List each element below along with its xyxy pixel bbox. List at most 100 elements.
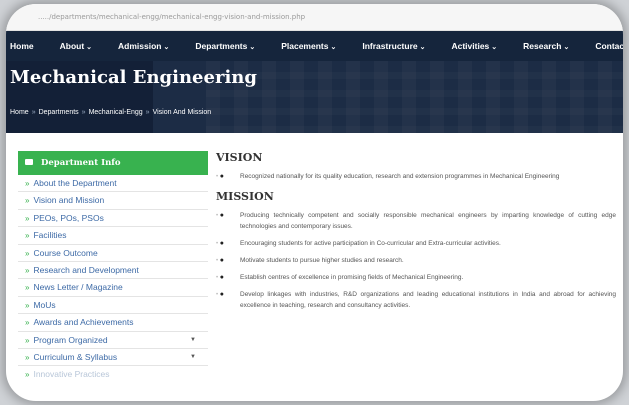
nav-item-label: Infrastructure (362, 41, 418, 51)
double-chevron-right-icon: » (25, 318, 30, 328)
sidebar-item[interactable]: » Research and Development (18, 262, 208, 280)
double-chevron-right-icon: » (25, 231, 30, 241)
vision-list: • ● Recognized nationally for its quality… (216, 171, 616, 182)
nav-item-label: About (59, 41, 85, 51)
sidebar-item-label: Awards and Achievements (33, 317, 134, 328)
sidebar-item[interactable]: » Facilities (18, 227, 208, 245)
list-item: • ● Encouraging students for active parti… (216, 238, 616, 249)
sidebar-header: Department Info (18, 151, 208, 175)
list-item-text: Encouraging students for active particip… (240, 240, 501, 247)
double-chevron-right-icon: » (25, 213, 30, 223)
mission-list: • ● Producing technically competent and s… (216, 210, 616, 311)
sidebar-item[interactable]: » Innovative Practices (18, 366, 208, 382)
chevron-down-icon: ⌄ (419, 44, 426, 51)
sidebar-item[interactable]: » Vision and Mission (18, 192, 208, 210)
nav-item-infrastructure[interactable]: Infrastructure ⌄ (362, 41, 425, 51)
nav-item-label: Home (10, 41, 34, 51)
breadcrumb: Home» Departments» Mechanical-Engg» Vision … (10, 109, 211, 116)
list-item-text: Producing technically competent and soci… (240, 212, 616, 230)
sidebar-item[interactable]: » Awards and Achievements (18, 314, 208, 332)
caret-down-icon: ▼ (190, 353, 196, 360)
sidebar-item-label: News Letter / Magazine (33, 282, 123, 293)
double-chevron-right-icon: » (25, 248, 30, 258)
page-title: Mechanical Engineering (10, 67, 257, 88)
double-chevron-right-icon: » (25, 352, 30, 362)
breadcrumb-link[interactable]: Departments (39, 109, 79, 116)
breadcrumb-separator-icon: » (145, 109, 150, 116)
sidebar-item-label: Program Organized (33, 334, 108, 345)
double-chevron-right-icon: » (25, 370, 30, 380)
main-content: VISION • ● Recognized nationally for its … (216, 151, 616, 317)
sidebar-item-label: MoUs (33, 299, 56, 310)
double-chevron-right-icon: » (25, 179, 30, 188)
sidebar-item[interactable]: » Course Outcome (18, 245, 208, 262)
nav-item-label: Activities (451, 41, 490, 51)
bullet-icon: • ● (216, 274, 225, 281)
nav-item-activities[interactable]: Activities ⌄ (451, 41, 497, 51)
sidebar-item[interactable]: » PEOs, POs, PSOs (18, 210, 208, 228)
nav-item-label: Placements (281, 41, 329, 51)
list-item-text: Motivate students to pursue higher studi… (240, 257, 404, 264)
mission-heading: MISSION (216, 190, 274, 203)
sidebar-item-label: Innovative Practices (33, 369, 110, 380)
sidebar-header-label: Department Info (41, 158, 121, 168)
sidebar-item-label: Facilities (33, 230, 67, 241)
double-chevron-right-icon: » (25, 196, 30, 206)
chevron-down-icon: ⌄ (86, 44, 93, 51)
sidebar-list: » About the Department» Vision and Mission… (18, 175, 208, 383)
browser-window: ...../departments/mechanical-engg/mechan… (6, 4, 623, 401)
double-chevron-right-icon: » (25, 300, 30, 310)
sidebar-item-label: Course Outcome (33, 247, 98, 258)
department-sidebar: Department Info » About the Department» Vi… (18, 151, 208, 383)
nav-item-departments[interactable]: Departments ⌄ (195, 41, 255, 51)
nav-item-contact-us[interactable]: Contact Us (595, 41, 623, 51)
nav-item-research[interactable]: Research ⌄ (523, 41, 569, 51)
list-item: • ● Recognized nationally for its quality… (216, 171, 616, 182)
double-chevron-right-icon: » (25, 335, 30, 345)
sidebar-item[interactable]: » Curriculum & Syllabus ▼ (18, 349, 208, 367)
breadcrumb-link[interactable]: Home (10, 109, 29, 116)
sidebar-item-label: About the Department (33, 178, 117, 188)
double-chevron-right-icon: » (25, 283, 30, 293)
list-item: • ● Establish centres of excellence in pr… (216, 272, 616, 283)
nav-item-about[interactable]: About ⌄ (60, 41, 92, 51)
double-chevron-right-icon: » (25, 265, 30, 275)
list-item-text: Develop linkages with industries, R&D or… (240, 291, 616, 309)
sidebar-item-label: PEOs, POs, PSOs (33, 212, 104, 223)
breadcrumb-current: Vision And Mission (152, 109, 212, 116)
caret-down-icon: ▼ (190, 336, 196, 343)
chevron-down-icon: ⌄ (249, 44, 256, 51)
sidebar-item-label: Research and Development (33, 264, 139, 275)
page-banner: Mechanical Engineering Home» Departments»… (6, 61, 623, 133)
bullet-icon: • ● (216, 291, 225, 298)
sidebar-item-label: Curriculum & Syllabus (33, 351, 118, 362)
main-nav: Home About ⌄ Admission ⌄ Departments ⌄ Placemen… (6, 31, 623, 61)
bullet-icon: • ● (216, 173, 225, 180)
chevron-down-icon: ⌄ (491, 44, 498, 51)
chevron-down-icon: ⌄ (330, 44, 337, 51)
breadcrumb-separator-icon: » (31, 109, 36, 116)
breadcrumb-link[interactable]: Mechanical-Engg (89, 109, 143, 116)
sidebar-item-label: Vision and Mission (33, 195, 105, 206)
chevron-down-icon: ⌄ (563, 44, 570, 51)
nav-item-label: Departments (195, 41, 248, 51)
list-item: • ● Motivate students to pursue higher st… (216, 255, 616, 266)
sidebar-item[interactable]: » About the Department (18, 175, 208, 193)
nav-item-label: Admission (118, 41, 162, 51)
nav-item-home[interactable]: Home (10, 41, 34, 51)
breadcrumb-separator-icon: » (81, 109, 86, 116)
sidebar-item[interactable]: » MoUs (18, 297, 208, 315)
sidebar-item[interactable]: » News Letter / Magazine (18, 279, 208, 297)
bullet-icon: • ● (216, 240, 225, 247)
sidebar-item[interactable]: » Program Organized ▼ (18, 332, 208, 349)
list-item: • ● Producing technically competent and s… (216, 210, 616, 232)
nav-item-label: Research (523, 41, 562, 51)
vision-heading: VISION (216, 151, 263, 164)
chevron-down-icon: ⌄ (163, 44, 170, 51)
list-item-text: Establish centres of excellence in promi… (240, 274, 464, 281)
bullet-icon: • ● (216, 212, 225, 219)
address-bar[interactable]: ...../departments/mechanical-engg/mechan… (6, 4, 623, 31)
nav-item-admission[interactable]: Admission ⌄ (118, 41, 169, 51)
nav-item-placements[interactable]: Placements ⌄ (281, 41, 336, 51)
folder-icon (25, 159, 33, 165)
